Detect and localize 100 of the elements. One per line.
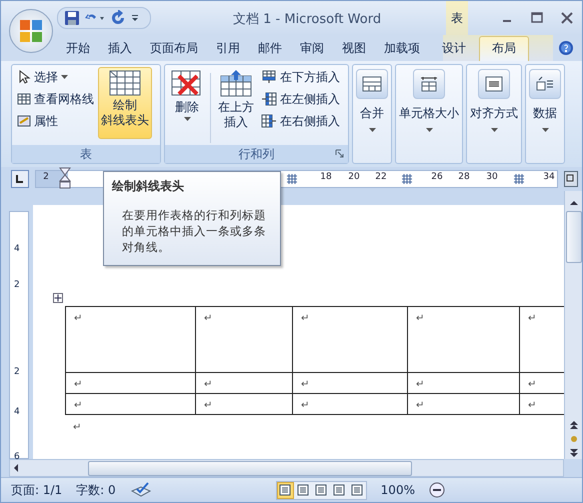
ruler-number: 4 <box>14 407 20 417</box>
paragraph-mark: ↵ <box>301 379 310 390</box>
ribbon-tab[interactable]: 设计 <box>429 36 479 61</box>
insert-above-button[interactable]: 在上方 插入 <box>215 67 257 139</box>
view-icon <box>351 484 364 496</box>
zoom-out-icon[interactable] <box>428 482 445 498</box>
ruler-number: 4 <box>14 244 20 254</box>
paragraph-mark: ↵ <box>528 400 536 411</box>
table-move-handle-icon[interactable] <box>53 293 63 303</box>
paragraph-mark: ↵ <box>204 379 212 390</box>
ribbon-command[interactable]: 在下方插入 <box>259 67 342 87</box>
dropdown-arrow-icon <box>61 74 68 80</box>
delete-table-icon <box>171 70 203 98</box>
help-icon[interactable] <box>558 40 574 56</box>
paragraph-mark: ↵ <box>74 313 82 324</box>
view-icon <box>315 484 328 496</box>
ribbon-tab[interactable]: 布局 <box>479 36 529 61</box>
ribbon-tab[interactable]: 加载项 <box>375 36 429 61</box>
tooltip-text: 在要用作表格的行和列标题的单元格中插入一条或多条对角线。 <box>121 207 267 255</box>
dropdown-arrow-icon <box>490 128 498 133</box>
pointer-icon <box>17 70 31 84</box>
merge-cells-icon <box>362 76 382 92</box>
view-ruler-icon[interactable] <box>564 171 578 187</box>
vertical-scrollbar[interactable] <box>564 191 582 459</box>
ribbon-tab[interactable]: 视图 <box>333 36 375 61</box>
ruler-number: 22 <box>374 172 388 182</box>
ribbon-tab[interactable]: 审阅 <box>291 36 333 61</box>
paragraph-mark: ↵ <box>528 313 536 324</box>
paragraph-mark: ↵ <box>204 400 212 411</box>
properties-icon <box>17 114 31 128</box>
view-button[interactable] <box>276 482 294 498</box>
save-icon[interactable] <box>64 10 80 26</box>
paragraph-mark: ↵ <box>416 379 424 390</box>
ribbon-command[interactable]: 属性 <box>15 111 96 131</box>
window-title: 文档 1 - Microsoft Word <box>233 11 382 28</box>
ribbon-command[interactable]: 选择 <box>15 67 96 87</box>
insert-column-right-icon <box>261 114 277 128</box>
paragraph-mark: ↵ <box>74 400 82 411</box>
ribbon-command[interactable]: 在左侧插入 <box>259 89 342 109</box>
paragraph-mark: ↵ <box>74 379 82 390</box>
view-icon <box>333 484 346 496</box>
delete-button[interactable]: 删除 <box>168 67 206 139</box>
paragraph-mark: ↵ <box>416 400 424 411</box>
table-grid-icon <box>109 70 141 96</box>
indent-marker-icon[interactable] <box>59 167 71 189</box>
ribbon-menu-button[interactable]: 合并 <box>356 67 388 135</box>
ruler-number: 2 <box>14 280 20 290</box>
ruler-number: 30 <box>485 172 499 182</box>
horizontal-scrollbar[interactable] <box>9 459 564 477</box>
insert-row-below-icon <box>261 70 277 84</box>
page-count[interactable]: 页面: 1/1 <box>11 482 62 498</box>
cell-size-icon <box>419 76 439 92</box>
view-icon <box>279 484 292 496</box>
paragraph-mark: ↵ <box>301 313 310 324</box>
ribbon-tab[interactable]: 引用 <box>207 36 249 61</box>
office-logo-icon <box>18 18 44 44</box>
ribbon-tab[interactable]: 开始 <box>57 36 99 61</box>
ribbon-menu-button[interactable]: 数据 <box>529 67 561 135</box>
paragraph-mark: ↵ <box>73 422 82 433</box>
column-marker-icon[interactable] <box>402 174 412 184</box>
scrollbar-thumb[interactable] <box>88 460 412 476</box>
insert-row-above-icon <box>220 70 252 98</box>
ruler-number: 26 <box>430 172 444 182</box>
scrollbar-thumb[interactable] <box>566 211 582 263</box>
ribbon-command[interactable]: 在右侧插入 <box>259 111 342 131</box>
ribbon-tab[interactable]: 邮件 <box>249 36 291 61</box>
ribbon-menu-button[interactable]: 单元格大小 <box>399 67 459 135</box>
dropdown-arrow-icon <box>184 117 190 122</box>
ruler-number: 18 <box>319 172 333 182</box>
column-marker-icon[interactable] <box>514 174 524 184</box>
zoom-level[interactable]: 100% <box>380 483 415 497</box>
proofing-icon[interactable] <box>130 482 152 498</box>
ruler-number: 34 <box>542 172 556 182</box>
tab-selector-icon[interactable] <box>11 170 29 188</box>
tooltip-title: 绘制斜线表头 <box>112 178 185 195</box>
dropdown-arrow-icon <box>542 128 548 133</box>
insert-column-left-icon <box>261 92 277 106</box>
group-label: 表 <box>12 145 160 163</box>
context-tab-label: 表 <box>446 1 468 35</box>
ribbon-command[interactable]: 查看网格线 <box>15 89 96 109</box>
alignment-icon <box>484 76 504 92</box>
grid-icon <box>17 92 31 106</box>
ruler-number: 6 <box>14 452 20 462</box>
ruler-number: 2 <box>14 367 20 377</box>
redo-icon[interactable] <box>110 10 126 26</box>
paragraph-mark: ↵ <box>301 400 310 411</box>
data-icon <box>535 76 555 92</box>
draw-diagonal-header-button[interactable]: 绘制 斜线表头 <box>98 67 152 139</box>
word-count[interactable]: 字数: 0 <box>76 482 116 498</box>
ribbon-tab[interactable]: 页面布局 <box>141 36 207 61</box>
dropdown-arrow-icon <box>368 128 376 133</box>
ruler-number: 20 <box>347 172 361 182</box>
column-marker-icon[interactable] <box>287 174 297 184</box>
ribbon-menu-button[interactable]: 对齐方式 <box>470 67 518 135</box>
ruler-number: 28 <box>457 172 471 182</box>
ribbon-tab[interactable]: 插入 <box>99 36 141 61</box>
group-label: 行和列 <box>238 146 274 162</box>
office-button[interactable] <box>9 9 53 53</box>
paragraph-mark: ↵ <box>204 313 212 324</box>
dialog-launcher-icon[interactable] <box>335 149 344 158</box>
